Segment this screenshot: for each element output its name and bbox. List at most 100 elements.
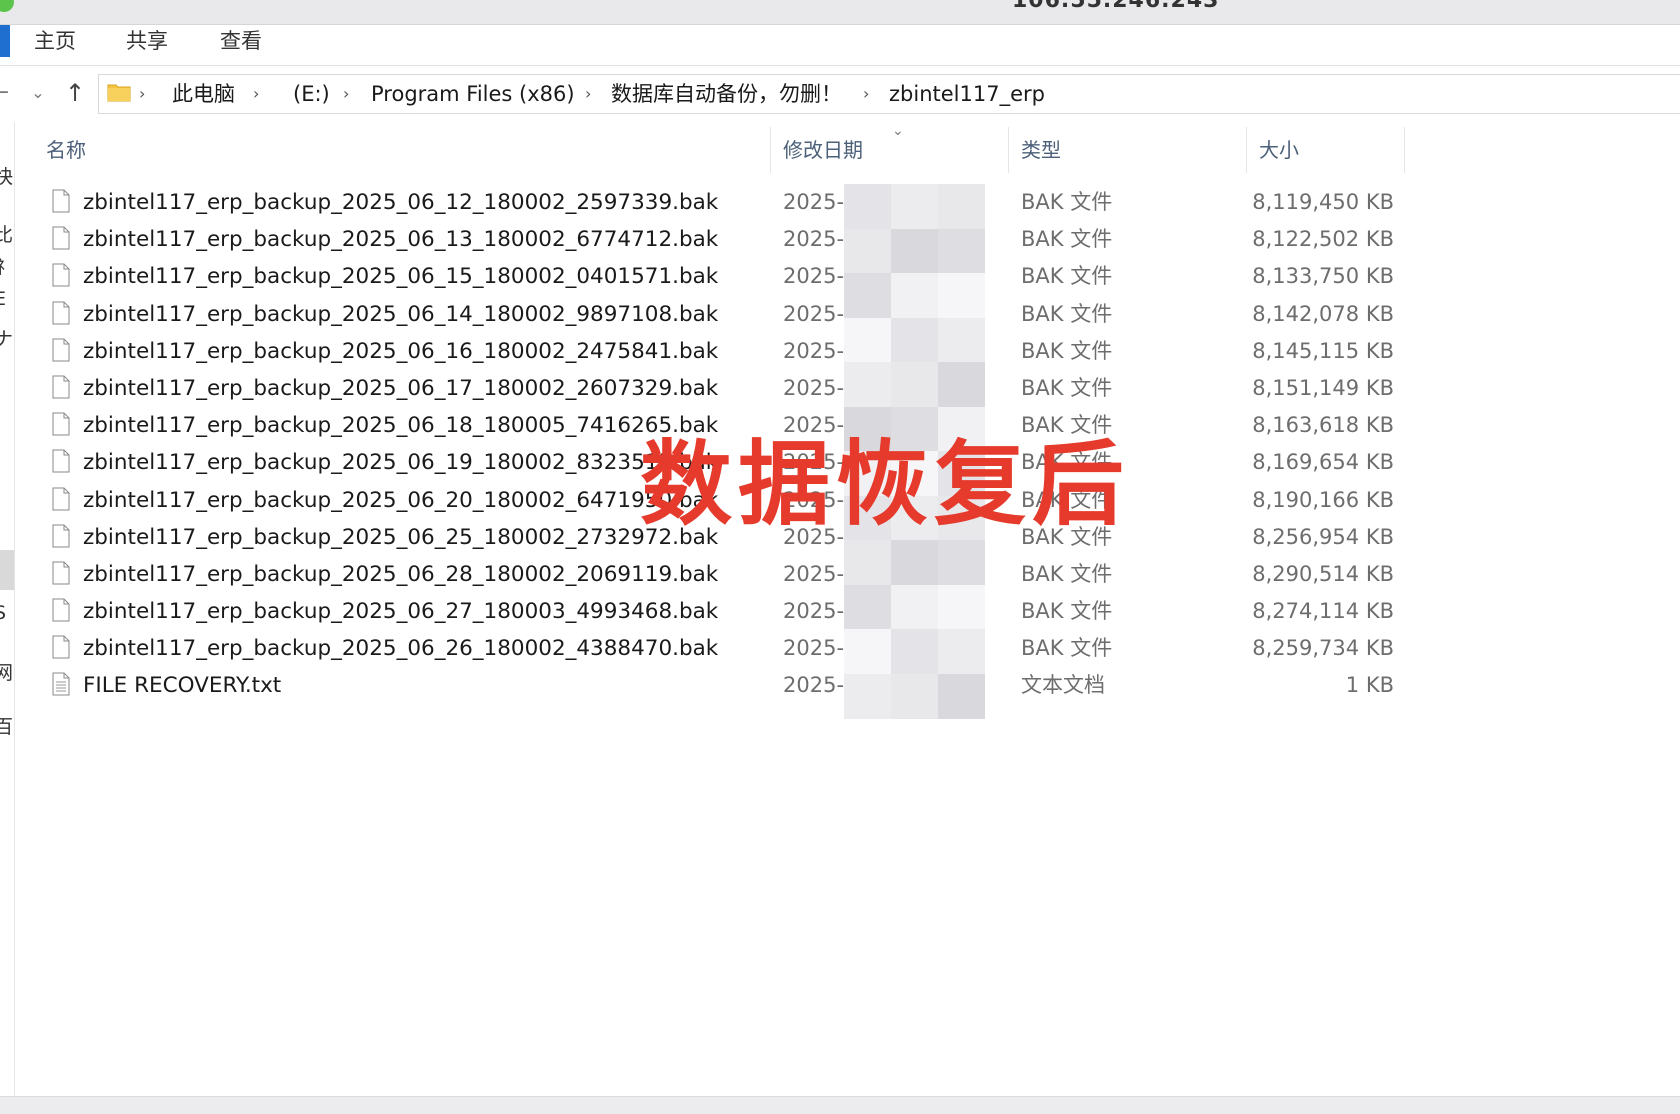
mosaic-cell <box>938 673 985 719</box>
document-icon <box>52 263 70 287</box>
file-modified-date: 2025-( <box>783 561 853 586</box>
file-type: BAK 文件 <box>1021 301 1113 326</box>
recent-locations-icon[interactable]: ⌄ <box>28 78 48 108</box>
file-tab[interactable] <box>0 25 10 57</box>
column-header-modified[interactable]: 修改日期 <box>783 125 863 175</box>
mosaic-cell <box>844 540 891 585</box>
file-name: FILE RECOVERY.txt <box>83 673 282 699</box>
file-type: BAK 文件 <box>1021 338 1113 363</box>
document-icon <box>52 375 70 399</box>
nav-pane-fragment[interactable]: 快 <box>0 162 13 189</box>
file-name: zbintel117_erp_backup_2025_06_20_180002_… <box>83 487 719 513</box>
file-name: zbintel117_erp_backup_2025_06_12_180002_… <box>83 190 719 215</box>
file-type: BAK 文件 <box>1021 227 1113 252</box>
nav-pane-fragment[interactable]: ŀ <box>0 462 1 484</box>
document-icon <box>52 226 70 250</box>
chevron-right-icon[interactable]: › <box>585 75 591 113</box>
nav-pane-fragment[interactable]: 比 <box>0 220 13 247</box>
nav-pane-selected-item[interactable] <box>0 550 14 590</box>
column-divider[interactable] <box>1008 127 1009 173</box>
nav-pane-fragment[interactable]: ナ <box>0 324 13 351</box>
sort-descending-icon: ⌄ <box>892 123 904 139</box>
mosaic-cell <box>844 273 891 318</box>
file-type: BAK 文件 <box>1021 636 1113 661</box>
file-size: 8,133,750 KB <box>1252 264 1394 289</box>
chevron-right-icon[interactable]: › <box>343 75 349 113</box>
file-explorer-window: 106.55.246.243 主页 共享 查看 ← ⌄ ↑ › 此电脑 › (E… <box>0 0 1680 1114</box>
file-modified-date: 2025-( <box>783 264 853 289</box>
mosaic-cell <box>891 273 938 318</box>
tab-view[interactable]: 查看 <box>220 25 262 57</box>
tab-share[interactable]: 共享 <box>126 25 168 57</box>
breadcrumb-drive-e[interactable]: (E:) <box>293 75 330 113</box>
mosaic-cell <box>844 629 891 674</box>
title-bar: 106.55.246.243 <box>0 0 1680 25</box>
document-icon <box>52 598 70 622</box>
mosaic-cell <box>938 584 985 630</box>
mosaic-cell <box>891 673 938 719</box>
file-modified-date: 2025-( <box>783 673 853 698</box>
file-type: BAK 文件 <box>1021 375 1113 400</box>
nav-pane-fragment[interactable]: S <box>0 602 6 624</box>
column-header-name[interactable]: 名称 <box>46 125 86 175</box>
column-header-type[interactable]: 类型 <box>1021 125 1061 175</box>
mosaic-cell <box>938 317 985 363</box>
column-divider[interactable] <box>1246 127 1247 173</box>
column-header-size[interactable]: 大小 <box>1259 125 1299 175</box>
address-bar[interactable]: › 此电脑 › (E:) › Program Files (x86) › 数据库… <box>98 74 1680 114</box>
document-icon <box>52 412 70 436</box>
window-status-dot[interactable] <box>0 0 14 12</box>
column-divider[interactable] <box>770 127 771 173</box>
file-name: zbintel117_erp_backup_2025_06_28_180002_… <box>83 561 719 587</box>
folder-icon <box>107 84 131 102</box>
nav-pane-fragment[interactable]: - <box>0 358 1 380</box>
mosaic-cell <box>938 362 985 407</box>
chevron-right-icon[interactable]: › <box>863 75 869 113</box>
navigation-pane: 快 比 礻 E ナ - i ŀ ( S 网 百 <box>0 122 15 1097</box>
document-icon <box>52 635 70 659</box>
file-size: 8,145,115 KB <box>1252 338 1394 363</box>
chevron-right-icon[interactable]: › <box>139 75 145 113</box>
mosaic-cell <box>938 540 985 585</box>
file-size: 8,259,734 KB <box>1252 636 1394 661</box>
mosaic-cell <box>891 184 938 229</box>
file-name: zbintel117_erp_backup_2025_06_15_180002_… <box>83 264 719 290</box>
nav-pane-fragment[interactable]: 百 <box>0 712 13 739</box>
breadcrumb-program-files[interactable]: Program Files (x86) <box>371 75 575 113</box>
document-icon <box>52 338 70 362</box>
document-icon <box>52 524 70 548</box>
file-size: 8,256,954 KB <box>1252 524 1394 549</box>
back-icon[interactable]: ← <box>0 78 10 108</box>
file-size: 8,163,618 KB <box>1252 413 1394 438</box>
nav-pane-fragment[interactable]: E <box>0 288 6 310</box>
mosaic-cell <box>844 184 891 229</box>
status-bar <box>0 1096 1680 1114</box>
navigation-row: ← ⌄ ↑ › 此电脑 › (E:) › Program Files (x86)… <box>0 70 1680 118</box>
file-name: zbintel117_erp_backup_2025_06_26_180002_… <box>83 636 719 662</box>
nav-pane-fragment[interactable]: ( <box>0 506 1 528</box>
tab-home[interactable]: 主页 <box>34 25 76 57</box>
nav-pane-fragment[interactable]: 礻 <box>0 252 13 279</box>
nav-pane-fragment[interactable]: 网 <box>0 658 13 685</box>
file-name: zbintel117_erp_backup_2025_06_13_180002_… <box>83 227 719 253</box>
file-size: 8,142,078 KB <box>1252 301 1394 326</box>
breadcrumb-backup-folder[interactable]: 数据库自动备份，勿删！ <box>611 75 842 113</box>
file-modified-date: 2025-( <box>783 190 853 214</box>
breadcrumb-this-pc[interactable]: 此电脑 <box>172 75 235 113</box>
file-name: zbintel117_erp_backup_2025_06_16_180002_… <box>83 338 719 364</box>
file-type: BAK 文件 <box>1021 599 1113 624</box>
document-icon <box>52 561 70 585</box>
mosaic-cell <box>844 362 891 407</box>
file-type: BAK 文件 <box>1021 190 1113 214</box>
up-icon[interactable]: ↑ <box>60 78 90 108</box>
mosaic-cell <box>891 228 938 274</box>
file-modified-date: 2025-( <box>783 338 853 363</box>
ribbon-tabs: 主页 共享 查看 <box>0 25 1680 66</box>
file-modified-date: 2025-( <box>783 375 853 400</box>
file-modified-date: 2025-( <box>783 227 853 252</box>
chevron-right-icon[interactable]: › <box>253 75 259 113</box>
document-icon <box>52 301 70 325</box>
column-divider[interactable] <box>1404 127 1405 173</box>
document-icon <box>52 449 70 473</box>
breadcrumb-current-folder[interactable]: zbintel117_erp <box>889 75 1045 113</box>
